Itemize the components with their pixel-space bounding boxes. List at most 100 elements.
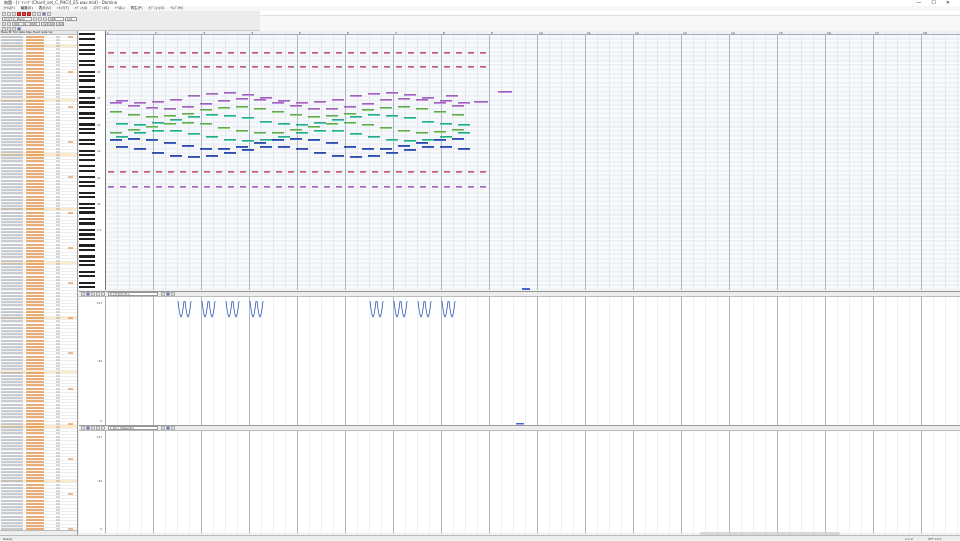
midi-note[interactable]: [110, 102, 122, 105]
midi-note[interactable]: [336, 66, 342, 69]
midi-note[interactable]: [132, 52, 138, 55]
midi-note[interactable]: [396, 66, 402, 69]
midi-note[interactable]: [272, 139, 284, 142]
black-key[interactable]: [79, 264, 95, 267]
midi-note[interactable]: [170, 119, 182, 122]
midi-note[interactable]: [120, 186, 126, 189]
midi-note[interactable]: [360, 52, 366, 55]
midi-note[interactable]: [416, 99, 428, 102]
controller-select-2[interactable]: ﾍﾞﾛｼﾃｨ (Velocity): [108, 426, 158, 430]
midi-note[interactable]: [146, 126, 158, 129]
midi-note[interactable]: [336, 171, 342, 174]
midi-note[interactable]: [116, 123, 128, 126]
black-key[interactable]: [79, 105, 95, 108]
midi-note[interactable]: [468, 171, 474, 174]
black-key[interactable]: [79, 233, 95, 236]
midi-note[interactable]: [296, 124, 308, 127]
midi-note[interactable]: [326, 142, 338, 145]
midi-note[interactable]: [404, 149, 416, 152]
controller-curve[interactable]: [184, 300, 192, 318]
midi-note[interactable]: [156, 52, 162, 55]
midi-note[interactable]: [308, 108, 320, 111]
midi-note[interactable]: [362, 148, 374, 151]
midi-note[interactable]: [314, 122, 326, 125]
midi-note[interactable]: [440, 123, 452, 126]
midi-note[interactable]: [182, 113, 194, 116]
black-key[interactable]: [79, 158, 95, 161]
midi-note[interactable]: [192, 66, 198, 69]
stop-icon[interactable]: [22, 11, 26, 16]
midi-note[interactable]: [408, 186, 414, 189]
black-key[interactable]: [79, 259, 95, 262]
controller-curve[interactable]: [249, 300, 257, 318]
midi-note[interactable]: [456, 171, 462, 174]
midi-note[interactable]: [332, 155, 344, 158]
black-key[interactable]: [79, 202, 95, 205]
midi-note[interactable]: [368, 155, 380, 158]
midi-note[interactable]: [128, 129, 140, 132]
midi-note[interactable]: [296, 132, 308, 135]
midi-note[interactable]: [324, 52, 330, 55]
play-icon[interactable]: [27, 11, 31, 16]
curve-tool-icon[interactable]: [91, 426, 95, 430]
midi-note[interactable]: [276, 171, 282, 174]
midi-note[interactable]: [276, 186, 282, 189]
black-key[interactable]: [79, 149, 95, 152]
midi-note[interactable]: [252, 52, 258, 55]
midi-note[interactable]: [480, 171, 486, 174]
midi-note[interactable]: [236, 106, 248, 109]
midi-note[interactable]: [180, 52, 186, 55]
midi-note[interactable]: [182, 106, 194, 109]
midi-note[interactable]: [216, 66, 222, 69]
midi-note[interactable]: [116, 100, 128, 103]
midi-note[interactable]: [278, 123, 290, 126]
midi-note[interactable]: [218, 107, 230, 110]
black-key[interactable]: [79, 255, 95, 258]
midi-note[interactable]: [458, 132, 470, 135]
snap-field[interactable]: 1/4: [65, 16, 77, 21]
midi-note[interactable]: [264, 66, 270, 69]
midi-note[interactable]: [278, 100, 290, 103]
midi-note[interactable]: [200, 103, 212, 106]
black-key[interactable]: [79, 270, 95, 273]
midi-note[interactable]: [300, 66, 306, 69]
midi-note[interactable]: [200, 109, 212, 112]
forward-icon[interactable]: [37, 11, 41, 16]
midi-note[interactable]: [108, 52, 114, 55]
midi-note[interactable]: [404, 140, 416, 143]
midi-note[interactable]: [408, 66, 414, 69]
midi-note[interactable]: [110, 139, 122, 142]
midi-note[interactable]: [180, 66, 186, 69]
black-key[interactable]: [79, 180, 95, 183]
midi-note[interactable]: [278, 136, 290, 139]
event-rows[interactable]: [0, 35, 77, 533]
midi-note[interactable]: [350, 156, 362, 159]
midi-note[interactable]: [456, 186, 462, 189]
midi-note[interactable]: [452, 105, 464, 108]
midi-note[interactable]: [384, 66, 390, 69]
midi-note[interactable]: [152, 101, 164, 104]
midi-note[interactable]: [218, 127, 230, 130]
midi-note[interactable]: [236, 98, 248, 101]
midi-note[interactable]: [480, 52, 486, 55]
midi-note[interactable]: [206, 114, 218, 117]
midi-note[interactable]: [240, 186, 246, 189]
midi-note[interactable]: [134, 148, 146, 151]
settings-icon[interactable]: [171, 426, 175, 430]
black-key[interactable]: [79, 218, 95, 221]
midi-note[interactable]: [350, 133, 362, 136]
black-key[interactable]: [79, 196, 95, 199]
midi-note[interactable]: [386, 139, 398, 142]
controller-curve[interactable]: [376, 300, 384, 318]
midi-note[interactable]: [384, 186, 390, 189]
midi-note[interactable]: [452, 129, 464, 132]
black-key[interactable]: [79, 286, 95, 289]
midi-note[interactable]: [188, 116, 200, 119]
measure-ruler[interactable]: 1 2 3 4 5 6 7 8 9 10 11 12 13 14 15 16 17 18: [106, 31, 960, 35]
black-key[interactable]: [79, 112, 95, 115]
midi-note[interactable]: [380, 127, 392, 130]
midi-note[interactable]: [152, 152, 164, 155]
midi-note[interactable]: [260, 97, 272, 100]
midi-note[interactable]: [324, 186, 330, 189]
midi-note[interactable]: [432, 52, 438, 55]
